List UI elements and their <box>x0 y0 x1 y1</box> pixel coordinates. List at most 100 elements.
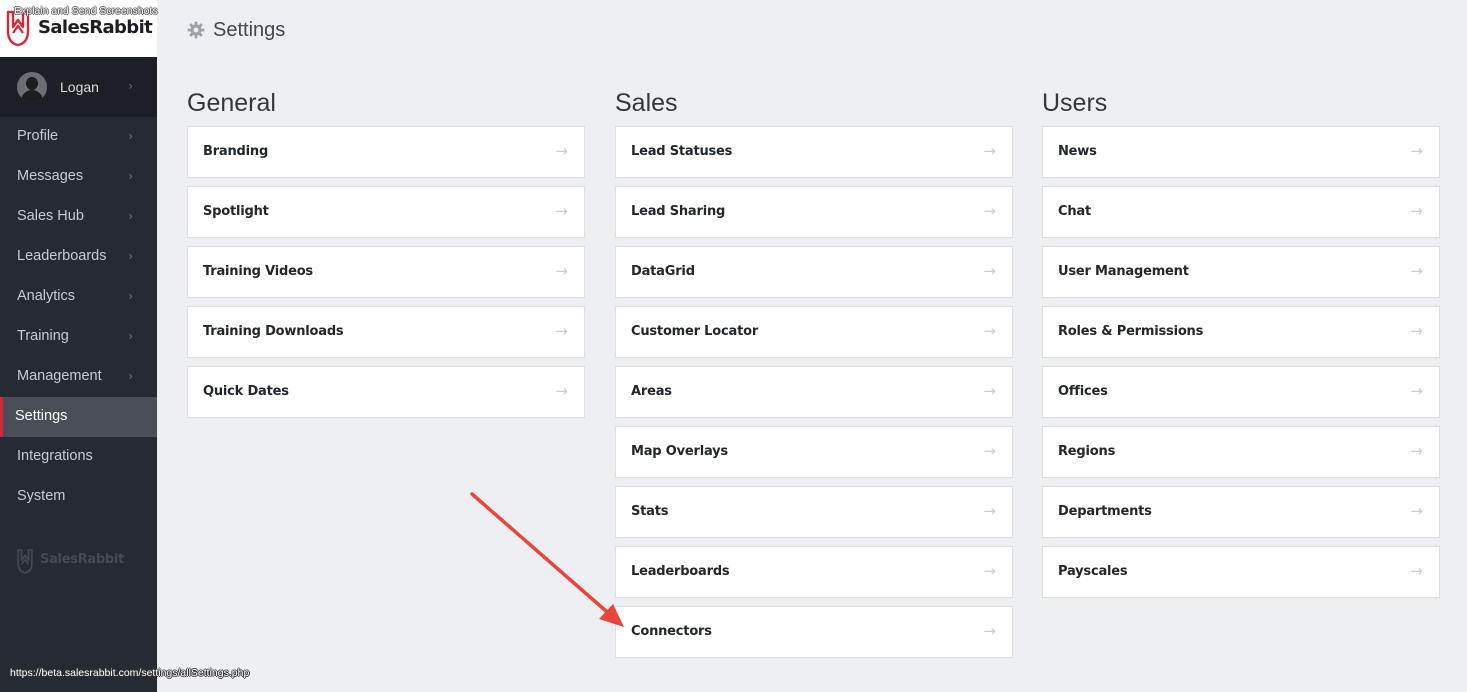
settings-link-label: Departments <box>1058 504 1152 519</box>
settings-link-departments[interactable]: Departments → <box>1042 486 1440 538</box>
arrow-right-icon: → <box>983 262 996 280</box>
settings-link-training-videos[interactable]: Training Videos → <box>187 246 585 298</box>
settings-link-label: Training Downloads <box>203 324 344 339</box>
sidebar: SalesRabbit Explain and Send Screenshots… <box>0 0 158 692</box>
footer-brand-name: SalesRabbit <box>40 552 124 567</box>
sidebar-item-label: Profile <box>17 128 59 144</box>
chevron-right-icon: › <box>128 169 133 183</box>
avatar-body <box>21 90 43 102</box>
settings-link-label: Offices <box>1058 384 1108 399</box>
settings-link-lead-sharing[interactable]: Lead Sharing → <box>615 186 1013 238</box>
chevron-right-icon: › <box>128 329 133 343</box>
settings-link-connectors[interactable]: Connectors → <box>615 606 1013 658</box>
arrow-right-icon: → <box>555 262 568 280</box>
settings-link-label: Payscales <box>1058 564 1128 579</box>
settings-link-label: Branding <box>203 144 269 159</box>
chevron-right-icon: › <box>128 369 133 383</box>
avatar-head <box>26 77 38 90</box>
settings-link-lead-statuses[interactable]: Lead Statuses → <box>615 126 1013 178</box>
settings-link-label: DataGrid <box>631 264 695 279</box>
status-bar-url: https://beta.salesrabbit.com/settings/al… <box>10 667 250 679</box>
footer-logo: SalesRabbit <box>16 547 146 575</box>
chevron-right-icon: › <box>128 289 133 303</box>
arrow-right-icon: → <box>983 622 996 640</box>
sidebar-item-label: Integrations <box>17 448 93 464</box>
page-title: Settings <box>213 19 286 41</box>
arrow-right-icon: → <box>1410 262 1423 280</box>
sidebar-item-sales-hub[interactable]: Sales Hub › <box>0 197 157 237</box>
avatar <box>17 72 47 102</box>
section-sales: Sales Lead Statuses → Lead Sharing → DataGrid… <box>615 88 1013 666</box>
sidebar-item-training[interactable]: Training › <box>0 317 157 357</box>
arrow-right-icon: → <box>1410 202 1423 220</box>
settings-link-label: Map Overlays <box>631 444 728 459</box>
settings-link-label: News <box>1058 144 1097 159</box>
settings-link-news[interactable]: News → <box>1042 126 1440 178</box>
arrow-right-icon: → <box>1410 322 1423 340</box>
sidebar-nav: Profile › Messages › Sales Hub › Leaderboards ›… <box>0 117 157 517</box>
chevron-right-icon: › <box>128 249 133 263</box>
brand-name: SalesRabbit <box>38 17 153 38</box>
chevron-right-icon: › <box>128 209 133 223</box>
settings-link-payscales[interactable]: Payscales → <box>1042 546 1440 598</box>
settings-link-chat[interactable]: Chat → <box>1042 186 1440 238</box>
sidebar-item-integrations[interactable]: Integrations <box>0 437 157 477</box>
sidebar-item-label: Analytics <box>17 288 76 304</box>
sidebar-item-profile[interactable]: Profile › <box>0 117 157 157</box>
sidebar-item-label: System <box>17 488 66 504</box>
section-title: Users <box>1042 89 1108 117</box>
arrow-right-icon: → <box>983 322 996 340</box>
section-general: General Branding → Spotlight → Training Video… <box>187 88 585 426</box>
sidebar-item-analytics[interactable]: Analytics › <box>0 277 157 317</box>
settings-link-areas[interactable]: Areas → <box>615 366 1013 418</box>
settings-link-stats[interactable]: Stats → <box>615 486 1013 538</box>
user-name: Logan <box>60 79 99 95</box>
settings-link-label: Lead Statuses <box>631 144 733 159</box>
settings-link-datagrid[interactable]: DataGrid → <box>615 246 1013 298</box>
sidebar-item-label: Settings <box>15 408 68 424</box>
section-users: Users News → Chat → User Management → Roles & P… <box>1042 88 1440 606</box>
settings-link-leaderboards[interactable]: Leaderboards → <box>615 546 1013 598</box>
arrow-right-icon: → <box>983 382 996 400</box>
settings-link-label: Quick Dates <box>203 384 289 399</box>
sidebar-item-label: Sales Hub <box>17 208 84 224</box>
arrow-right-icon: → <box>983 442 996 460</box>
arrow-right-icon: → <box>1410 442 1423 460</box>
settings-link-user-management[interactable]: User Management → <box>1042 246 1440 298</box>
sidebar-item-system[interactable]: System <box>0 477 157 517</box>
settings-link-label: Leaderboards <box>631 564 730 579</box>
arrow-right-icon: → <box>555 322 568 340</box>
settings-link-branding[interactable]: Branding → <box>187 126 585 178</box>
arrow-right-icon: → <box>1410 142 1423 160</box>
settings-link-training-downloads[interactable]: Training Downloads → <box>187 306 585 358</box>
settings-link-offices[interactable]: Offices → <box>1042 366 1440 418</box>
sidebar-item-messages[interactable]: Messages › <box>0 157 157 197</box>
arrow-right-icon: → <box>983 142 996 160</box>
settings-link-quick-dates[interactable]: Quick Dates → <box>187 366 585 418</box>
settings-link-label: Spotlight <box>203 204 269 219</box>
arrow-right-icon: → <box>1410 382 1423 400</box>
settings-link-label: User Management <box>1058 264 1189 279</box>
annotation-arrow-shaft <box>470 492 616 620</box>
rabbit-logo-icon <box>17 549 33 574</box>
sidebar-item-leaderboards[interactable]: Leaderboards › <box>0 237 157 277</box>
sidebar-item-management[interactable]: Management › <box>0 357 157 397</box>
section-title: Sales <box>615 89 678 117</box>
arrow-right-icon: → <box>1410 562 1423 580</box>
arrow-right-icon: → <box>983 562 996 580</box>
sidebar-item-settings[interactable]: Settings <box>0 397 157 437</box>
sidebar-item-label: Training <box>17 328 69 344</box>
settings-link-regions[interactable]: Regions → <box>1042 426 1440 478</box>
settings-link-map-overlays[interactable]: Map Overlays → <box>615 426 1013 478</box>
arrow-right-icon: → <box>555 142 568 160</box>
section-title: General <box>187 89 276 117</box>
arrow-right-icon: → <box>983 502 996 520</box>
settings-link-label: Lead Sharing <box>631 204 726 219</box>
settings-link-label: Stats <box>631 504 669 519</box>
sidebar-item-label: Leaderboards <box>17 248 107 264</box>
settings-link-roles-and-permissions[interactable]: Roles & Permissions → <box>1042 306 1440 358</box>
user-menu[interactable]: Logan › <box>0 57 157 117</box>
settings-link-customer-locator[interactable]: Customer Locator → <box>615 306 1013 358</box>
arrow-right-icon: → <box>1410 502 1423 520</box>
settings-link-spotlight[interactable]: Spotlight → <box>187 186 585 238</box>
